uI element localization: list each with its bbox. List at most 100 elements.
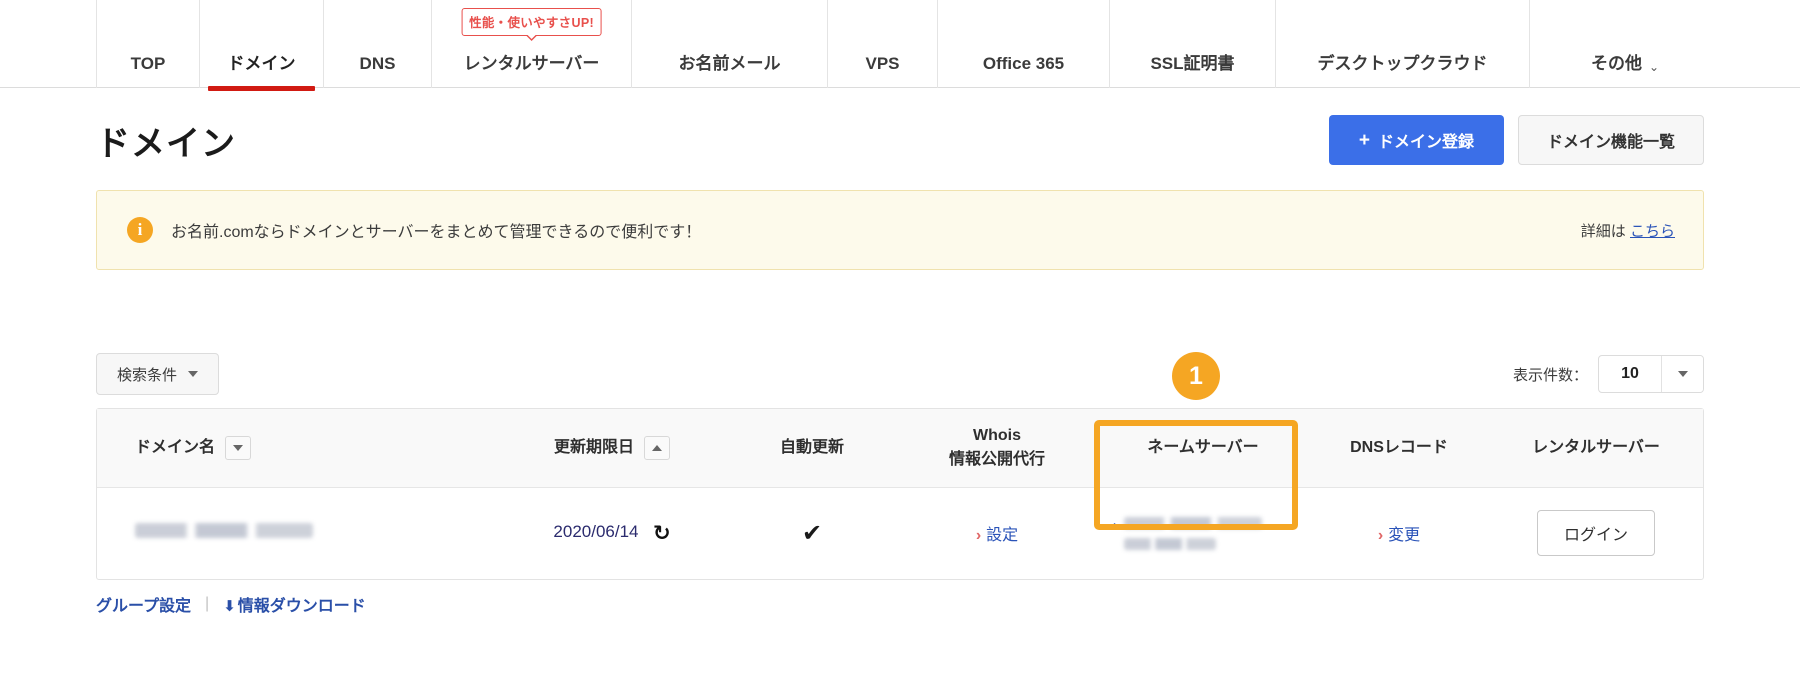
- nav-item-desktop-cloud[interactable]: デスクトップクラウド: [1276, 0, 1530, 88]
- nav-item-label: DNS: [359, 54, 396, 73]
- renew-icon[interactable]: ↻: [653, 521, 671, 546]
- nav-item-label: TOP: [130, 54, 166, 73]
- column-header-rental-server: レンタルサーバー: [1489, 409, 1703, 488]
- per-page-dropdown-arrow[interactable]: [1661, 356, 1703, 392]
- rental-server-login-label: ログイン: [1563, 527, 1628, 545]
- page-root: TOP ドメイン DNS 性能・使いやすさUP! レンタルサーバー お名前メール…: [0, 0, 1800, 680]
- search-conditions-label: 検索条件: [117, 366, 178, 384]
- check-icon: ✔: [801, 519, 823, 547]
- sort-expiry-date-button[interactable]: [644, 435, 670, 460]
- nameserver-value: ›: [1097, 516, 1309, 550]
- rental-server-login-button[interactable]: ログイン: [1536, 510, 1655, 557]
- column-label: DNSレコード: [1350, 438, 1448, 456]
- download-info-label: 情報ダウンロード: [237, 598, 366, 615]
- expiry-date-value: 2020/06/14: [553, 521, 639, 541]
- page-header: ドメイン + ドメイン登録 ドメイン機能一覧: [96, 104, 1704, 176]
- column-label-line1: Whois: [973, 427, 1021, 445]
- domain-table: ドメイン名 更新期限日 自動更新 Whois 情報公開代行 ネームサーバー DN…: [96, 408, 1704, 580]
- domain-name-redacted: [135, 523, 313, 539]
- nav-item-label: ドメイン: [227, 54, 296, 73]
- nav-item-office365[interactable]: Office 365: [938, 0, 1110, 88]
- column-header-auto-renew: 自動更新: [727, 409, 897, 488]
- nav-item-rental-server[interactable]: 性能・使いやすさUP! レンタルサーバー: [432, 0, 632, 88]
- group-settings-link[interactable]: グループ設定: [96, 592, 191, 616]
- nav-item-onamae-mail[interactable]: お名前メール: [632, 0, 828, 88]
- nav-item-ssl[interactable]: SSL証明書: [1110, 0, 1276, 88]
- header-actions: + ドメイン登録 ドメイン機能一覧: [1328, 115, 1704, 165]
- info-banner-text: お名前.comならドメインとサーバーをまとめて管理できるので便利です！: [171, 224, 702, 241]
- per-page-select[interactable]: 10: [1598, 355, 1704, 393]
- column-label-line2: 情報公開代行: [948, 450, 1045, 468]
- download-info-link[interactable]: ⬇ 情報ダウンロード: [223, 592, 366, 616]
- table-row: 2020/06/14 ↻ ✔ › 設定 › › 変更 ログイン: [97, 487, 1703, 579]
- column-label: ドメイン名: [135, 438, 216, 456]
- download-icon: ⬇: [223, 598, 236, 615]
- plus-icon: +: [1358, 129, 1370, 151]
- per-page-value: 10: [1621, 365, 1639, 382]
- caret-down-icon: [233, 444, 244, 451]
- column-label: 更新期限日: [553, 438, 634, 456]
- column-header-dns-record: DNSレコード: [1309, 409, 1489, 488]
- info-banner-right: 詳細は こちら: [1581, 220, 1675, 241]
- cell-expiry-date: 2020/06/14 ↻: [497, 487, 727, 579]
- detail-prefix: 詳細は: [1580, 222, 1626, 240]
- page-title: ドメイン: [96, 124, 236, 163]
- sort-domain-name-button[interactable]: [225, 435, 252, 460]
- cell-domain-name[interactable]: [97, 487, 497, 579]
- chevron-down-icon: [1677, 371, 1688, 377]
- nav-item-other[interactable]: その他 ⌄: [1530, 0, 1720, 88]
- table-footer-links: グループ設定 | ⬇ 情報ダウンロード: [96, 592, 366, 616]
- column-header-expiry-date: 更新期限日: [497, 409, 727, 488]
- caret-up-icon: [652, 444, 662, 451]
- dns-change-link[interactable]: › 変更: [1378, 527, 1420, 544]
- global-nav: TOP ドメイン DNS 性能・使いやすさUP! レンタルサーバー お名前メール…: [0, 0, 1800, 91]
- column-header-domain-name: ドメイン名: [97, 409, 497, 488]
- info-icon: i: [127, 217, 153, 243]
- table-controls: 検索条件 表示件数： 10: [96, 352, 1704, 396]
- column-header-nameserver: ネームサーバー: [1097, 409, 1309, 488]
- column-header-whois-proxy: Whois 情報公開代行: [897, 409, 1097, 488]
- column-label: ネームサーバー: [1147, 438, 1259, 456]
- nav-item-label: レンタルサーバー: [463, 54, 600, 73]
- per-page-label: 表示件数：: [1512, 366, 1588, 384]
- cell-auto-renew: ✔: [727, 487, 897, 579]
- cell-dns-record: › 変更: [1309, 487, 1489, 579]
- column-label: 自動更新: [779, 438, 844, 456]
- nav-item-label: お名前メール: [678, 54, 781, 73]
- column-label: レンタルサーバー: [1532, 438, 1660, 456]
- nav-item-label: VPS: [865, 54, 900, 73]
- table-header-row: ドメイン名 更新期限日 自動更新 Whois 情報公開代行 ネームサーバー DN…: [97, 409, 1703, 488]
- cell-rental-server: ログイン: [1489, 487, 1703, 579]
- nameserver-redacted-line-1: [1124, 516, 1262, 529]
- global-nav-items: TOP ドメイン DNS 性能・使いやすさUP! レンタルサーバー お名前メール…: [0, 0, 1800, 91]
- whois-settings-label: 設定: [986, 527, 1019, 545]
- nav-item-vps[interactable]: VPS: [828, 0, 938, 88]
- detail-link[interactable]: こちら: [1630, 223, 1675, 240]
- domain-register-label: ドメイン登録: [1377, 134, 1474, 151]
- domain-features-label: ドメイン機能一覧: [1546, 134, 1675, 151]
- per-page-control: 表示件数： 10: [1513, 355, 1704, 393]
- nav-item-top[interactable]: TOP: [96, 0, 200, 88]
- cell-nameserver[interactable]: ›: [1097, 487, 1309, 579]
- search-conditions-button[interactable]: 検索条件: [96, 353, 220, 395]
- whois-settings-link[interactable]: › 設定: [976, 527, 1018, 544]
- domain-features-button[interactable]: ドメイン機能一覧: [1517, 115, 1704, 165]
- nameserver-redacted-line-2: [1124, 537, 1216, 550]
- promo-badge: 性能・使いやすさUP!: [461, 8, 602, 41]
- arrow-right-icon: ›: [975, 527, 982, 545]
- cell-whois-proxy: › 設定: [897, 487, 1097, 579]
- nav-item-label: その他: [1590, 54, 1642, 73]
- info-banner-left: i お名前.comならドメインとサーバーをまとめて管理できるので便利です！: [127, 217, 1581, 243]
- chevron-down-icon: [188, 371, 199, 377]
- nav-item-label: Office 365: [982, 54, 1065, 73]
- callout-step-number: 1: [1172, 352, 1220, 400]
- nav-item-dns[interactable]: DNS: [324, 0, 432, 88]
- nav-item-label: デスクトップクラウド: [1317, 54, 1488, 73]
- chevron-down-icon: ⌄: [1648, 60, 1660, 74]
- domain-register-button[interactable]: + ドメイン登録: [1328, 115, 1504, 165]
- arrow-right-icon: ›: [1377, 527, 1384, 545]
- nav-item-domain[interactable]: ドメイン: [200, 0, 324, 91]
- footer-separator: |: [205, 595, 210, 612]
- nav-item-label: SSL証明書: [1150, 54, 1235, 73]
- info-banner: i お名前.comならドメインとサーバーをまとめて管理できるので便利です！ 詳細…: [96, 190, 1704, 270]
